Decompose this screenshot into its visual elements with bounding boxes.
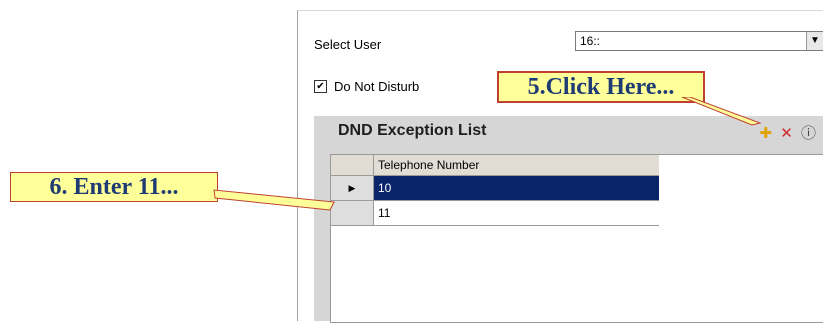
delete-icon[interactable]: ✕: [780, 125, 793, 142]
step5-pointer: [681, 97, 762, 126]
dnd-exception-title: DND Exception List: [338, 122, 487, 139]
telephone-number-cell[interactable]: 11: [374, 201, 659, 225]
column-header-telephone-number[interactable]: Telephone Number: [378, 158, 479, 172]
dropdown-arrow-icon[interactable]: ▼: [806, 32, 823, 50]
select-user-combobox[interactable]: 16:: ▼: [575, 31, 823, 51]
settings-panel: Select User 16:: ▼ ✔ Do Not Disturb DND …: [297, 10, 823, 323]
help-icon[interactable]: ⓘ: [801, 125, 816, 142]
do-not-disturb-label: Do Not Disturb: [334, 79, 420, 94]
table-row[interactable]: 11: [331, 201, 659, 226]
do-not-disturb-checkbox[interactable]: ✔: [314, 80, 327, 93]
select-user-value: 16::: [580, 34, 601, 48]
table-row[interactable]: ▶ 10: [331, 176, 659, 201]
step6-callout: 6. Enter 11...: [10, 172, 218, 202]
new-item-icon[interactable]: ✚: [759, 125, 772, 142]
step5-callout: 5.Click Here...: [497, 71, 705, 103]
telephone-number-cell[interactable]: 10: [374, 176, 659, 200]
dnd-exception-grid: Telephone Number ▶ 10 11: [330, 154, 823, 323]
select-user-label: Select User: [314, 37, 382, 52]
dnd-grid-area: Telephone Number ▶ 10 11: [314, 146, 823, 323]
step6-pointer: [213, 189, 335, 211]
grid-header: Telephone Number: [331, 155, 659, 176]
